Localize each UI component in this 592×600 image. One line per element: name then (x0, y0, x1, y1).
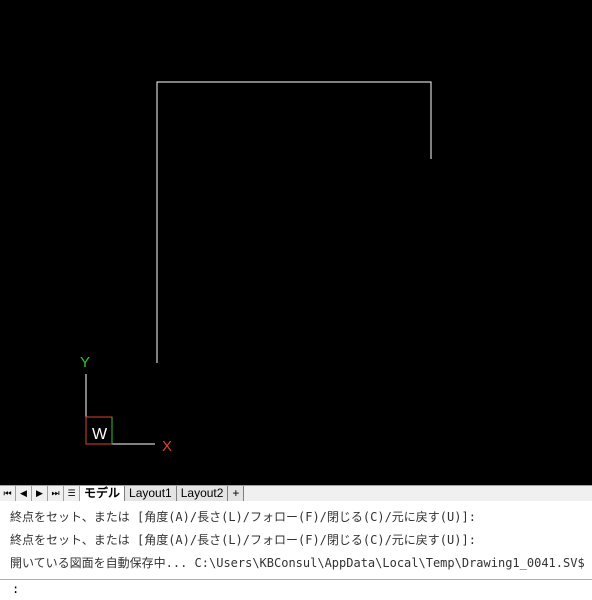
next-icon: ▶ (36, 488, 43, 499)
prev-icon: ◀ (20, 488, 27, 499)
tab-next-button[interactable]: ▶ (32, 486, 48, 501)
tab-prev-button[interactable]: ◀ (16, 486, 32, 501)
first-icon: ⏮ (3, 488, 12, 499)
drawing-canvas[interactable]: W Y X (0, 0, 592, 485)
drawn-polyline[interactable] (156, 81, 432, 363)
tab-list-button[interactable]: ☰ (64, 486, 80, 501)
command-history-line: 終点をセット、または [角度(A)/長さ(L)/フォロー(F)/閉じる(C)/元… (10, 533, 476, 547)
tab-layout2[interactable]: Layout2 (176, 486, 229, 501)
ucs-icon: W Y X (80, 354, 172, 455)
layout-tab-bar: ⏮ ◀ ▶ ⏭ ☰ モデル Layout1 Layout2 + (0, 485, 592, 501)
ucs-x-label: X (162, 438, 172, 455)
tab-last-button[interactable]: ⏭ (48, 486, 64, 501)
command-input-row[interactable]: : (0, 579, 592, 600)
ucs-y-label: Y (80, 354, 90, 371)
command-history-line: 終点をセット、または [角度(A)/長さ(L)/フォロー(F)/閉じる(C)/元… (10, 510, 476, 524)
drawing-svg[interactable]: W Y X (0, 0, 592, 485)
tab-layout1[interactable]: Layout1 (125, 486, 177, 501)
tab-model[interactable]: モデル (80, 486, 126, 501)
list-icon: ☰ (67, 488, 76, 499)
tab-add-button[interactable]: + (228, 486, 245, 501)
command-panel: 終点をセット、または [角度(A)/長さ(L)/フォロー(F)/閉じる(C)/元… (0, 501, 592, 600)
command-input[interactable] (26, 581, 586, 597)
command-prompt: : (12, 582, 20, 596)
command-history-line: 開いている図面を自動保存中... C:\Users\KBConsul\AppDa… (10, 556, 585, 570)
ucs-w-label: W (92, 426, 108, 443)
tab-first-button[interactable]: ⏮ (0, 486, 16, 501)
last-icon: ⏭ (51, 488, 60, 499)
